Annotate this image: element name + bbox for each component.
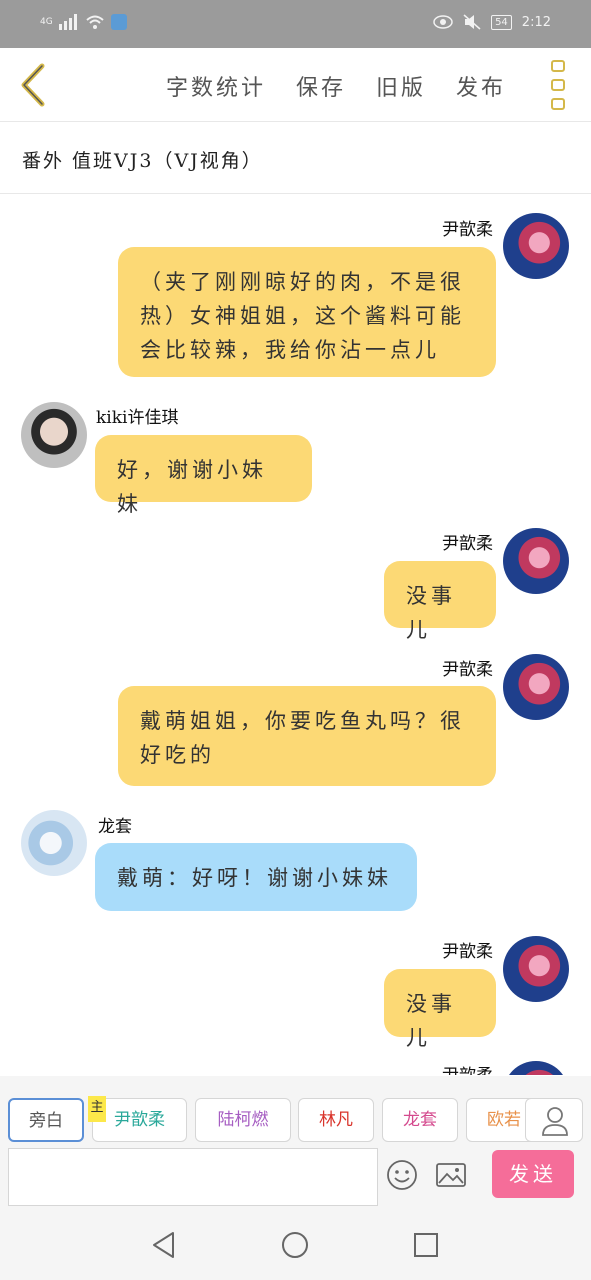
character-selector: 旁白 尹歆柔 主 陆柯燃 林凡 龙套 欧若 xyxy=(0,1076,591,1146)
word-count-button[interactable]: 字数统计 xyxy=(166,70,266,102)
sender-name: 尹歆柔 xyxy=(442,942,493,962)
avatar[interactable] xyxy=(503,213,569,279)
back-arrow-icon[interactable] xyxy=(14,62,54,108)
network-label: 4G xyxy=(40,17,53,27)
signal-icon xyxy=(58,14,77,30)
status-right: 54 2:12 xyxy=(433,14,551,30)
shield-icon xyxy=(110,14,127,30)
avatar[interactable] xyxy=(503,528,569,594)
mute-icon xyxy=(463,14,481,30)
message-bubble[interactable]: （夹了刚刚晾好的肉，不是很热）女神姐姐，这个酱料可能会比较辣，我给你沾一点儿 xyxy=(118,247,496,377)
character-chip-lu[interactable]: 陆柯燃 xyxy=(195,1098,291,1142)
battery-indicator: 54 xyxy=(491,14,512,30)
message-bubble[interactable]: 没事儿 xyxy=(384,969,496,1050)
nav-recent-icon[interactable] xyxy=(411,1230,441,1260)
message-bubble[interactable]: 好，谢谢小妹妹 xyxy=(95,435,312,516)
system-nav-bar xyxy=(0,1208,591,1280)
character-chip-lin[interactable]: 林凡 xyxy=(298,1098,374,1142)
wifi-icon xyxy=(86,15,104,29)
main-character-tag: 主 xyxy=(88,1096,106,1122)
eye-icon xyxy=(433,15,453,29)
sender-name: 尹歆柔 xyxy=(442,534,493,554)
chapter-title[interactable]: 番外 值班VJ3（VJ视角） xyxy=(22,146,263,173)
sender-name: 尹歆柔 xyxy=(442,1061,493,1075)
message-bubble[interactable]: 没事儿 xyxy=(384,561,496,642)
sender-name: 龙套 xyxy=(98,817,132,837)
save-button[interactable]: 保存 xyxy=(296,70,346,102)
character-chip-narration[interactable]: 旁白 xyxy=(8,1098,84,1142)
status-left: 4G xyxy=(40,14,127,30)
chapter-title-bar: 番外 值班VJ3（VJ视角） xyxy=(0,122,591,194)
character-chip-longtao[interactable]: 龙套 xyxy=(382,1098,458,1142)
character-chip-yin[interactable]: 尹歆柔 xyxy=(92,1098,187,1142)
user-icon xyxy=(542,1107,568,1136)
image-icon[interactable] xyxy=(434,1158,468,1192)
add-character-button[interactable] xyxy=(525,1098,583,1142)
send-button[interactable]: 发送 xyxy=(492,1150,574,1198)
sender-name: 尹歆柔 xyxy=(442,220,493,240)
old-version-button[interactable]: 旧版 xyxy=(376,70,426,102)
sender-name: 尹歆柔 xyxy=(442,660,493,680)
emoji-icon[interactable] xyxy=(385,1158,419,1192)
more-menu-icon[interactable] xyxy=(548,60,568,110)
publish-button[interactable]: 发布 xyxy=(456,70,506,102)
message-bubble[interactable]: 戴萌：好呀！谢谢小妹妹 xyxy=(95,843,417,911)
nav-back-icon[interactable] xyxy=(149,1230,179,1260)
message-bubble[interactable]: 戴萌姐姐，你要吃鱼丸吗？很好吃的 xyxy=(118,686,496,786)
top-toolbar: 字数统计 保存 旧版 发布 xyxy=(0,48,591,122)
input-row: 发送 xyxy=(0,1146,591,1208)
avatar[interactable] xyxy=(503,654,569,720)
nav-home-icon[interactable] xyxy=(280,1230,310,1260)
clock: 2:12 xyxy=(521,14,551,30)
avatar[interactable] xyxy=(503,1061,569,1075)
status-bar: 4G 54 2:12 xyxy=(0,0,591,48)
chat-area[interactable]: 尹歆柔 （夹了刚刚晾好的肉，不是很热）女神姐姐，这个酱料可能会比较辣，我给你沾一… xyxy=(0,195,591,1075)
avatar[interactable] xyxy=(21,402,87,468)
sender-name: kiki许佳琪 xyxy=(96,408,179,428)
avatar[interactable] xyxy=(503,936,569,1002)
message-input[interactable] xyxy=(8,1148,378,1206)
avatar[interactable] xyxy=(21,810,87,876)
